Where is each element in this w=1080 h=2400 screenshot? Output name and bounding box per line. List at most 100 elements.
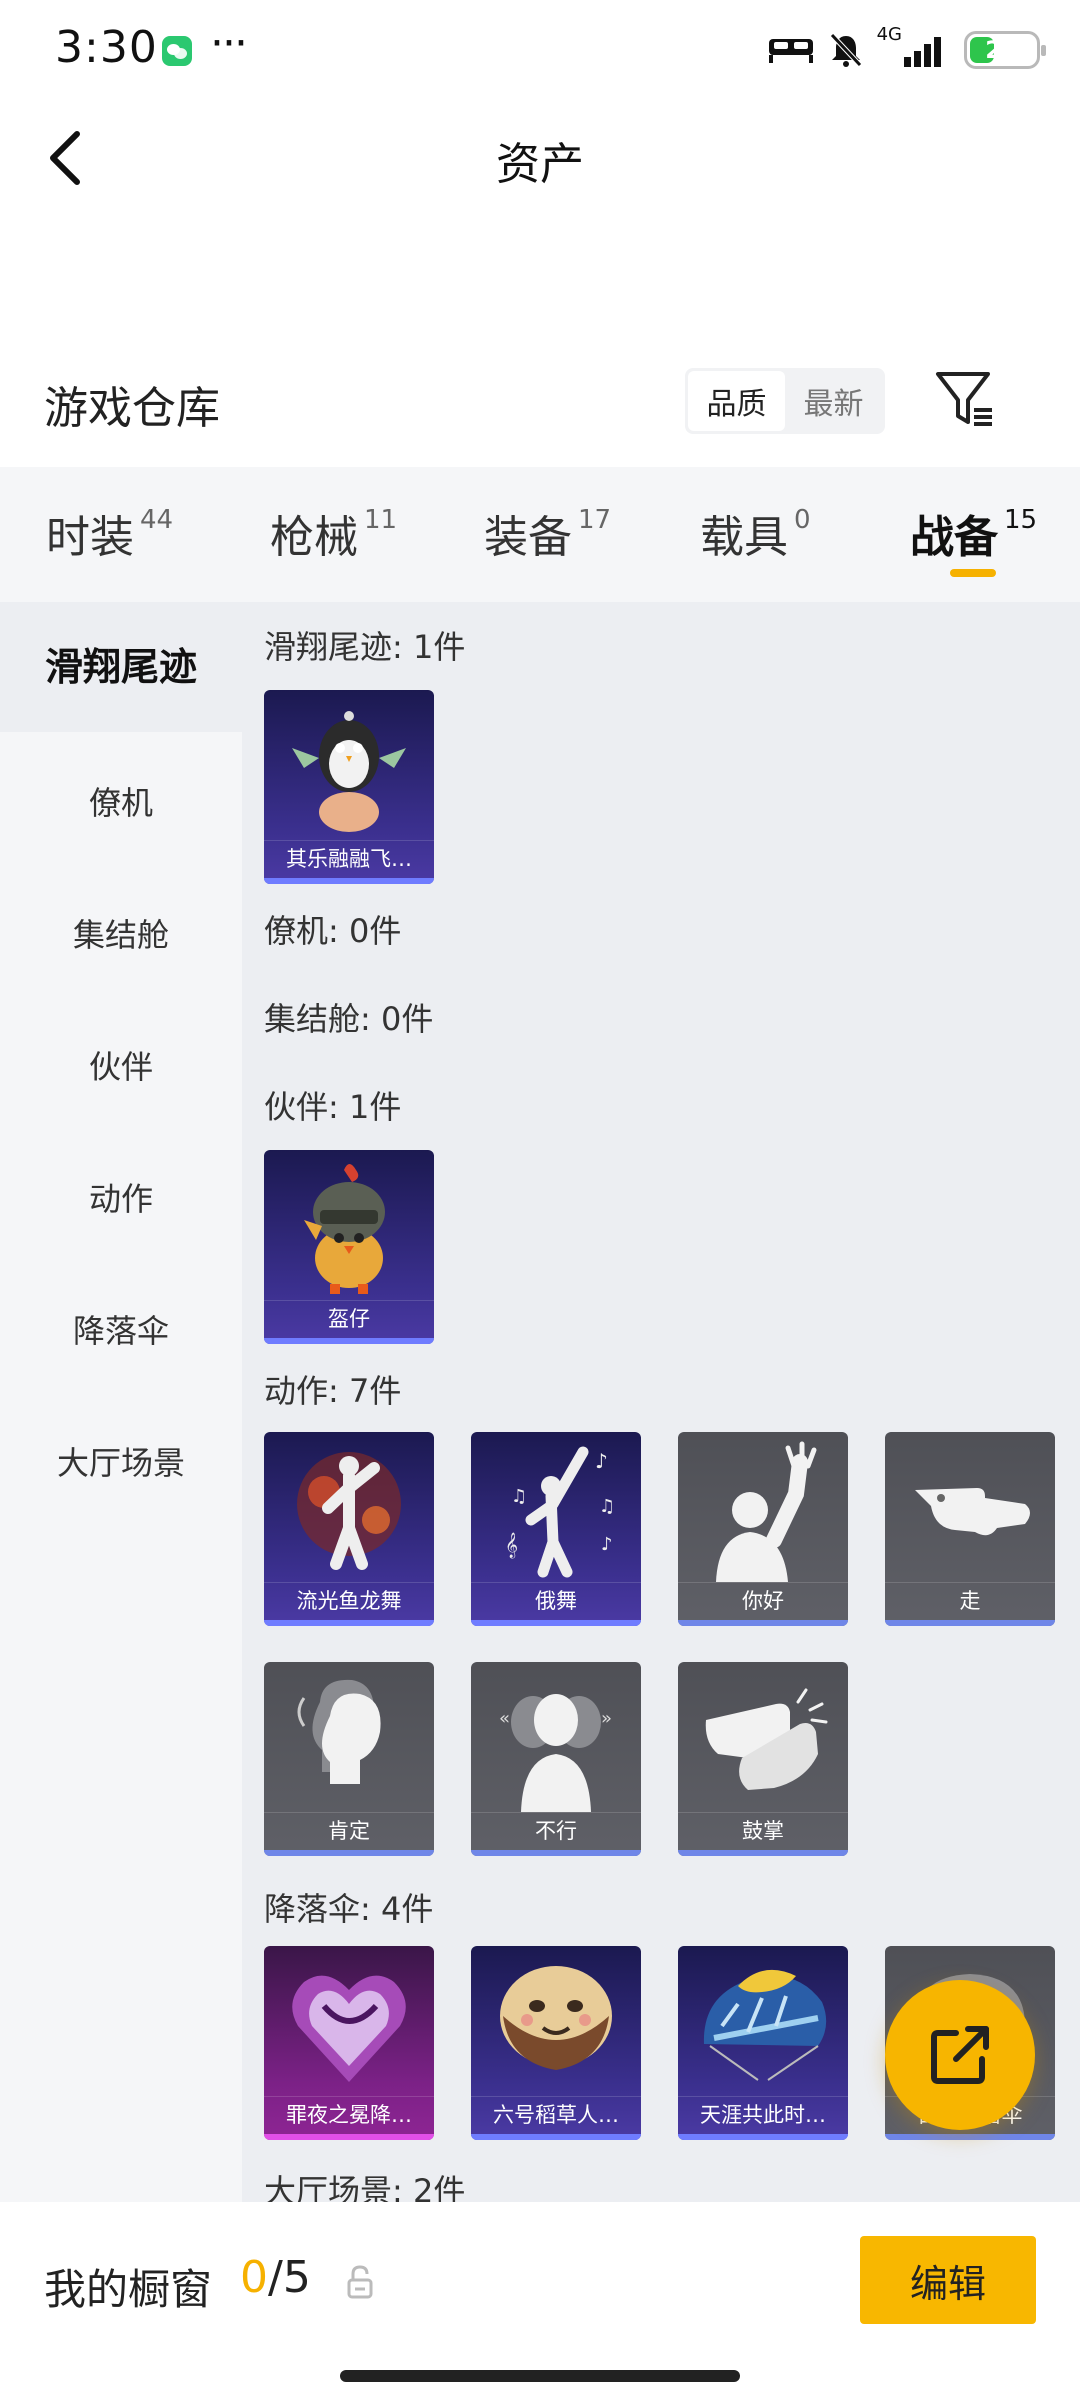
rarity-bar — [471, 2134, 641, 2140]
tab-combat-gear[interactable]: 战备 15 — [910, 467, 1037, 602]
sidebar-item-glide-trail[interactable]: 滑翔尾迹 — [0, 602, 242, 732]
rarity-bar — [678, 1850, 848, 1856]
rarity-bar — [885, 2134, 1055, 2140]
sidebar-item-rally-pod[interactable]: 集结舱 — [0, 910, 242, 956]
item-card[interactable]: 六号稻草人… — [471, 1946, 641, 2140]
item-name: 六号稻草人… — [471, 2096, 641, 2132]
item-grid-panel: 滑翔尾迹: 1件 其乐融融飞… 僚机: 0件 集结舱: 0件 伙伴: 1件 盔仔… — [242, 602, 1080, 2210]
tab-fashion[interactable]: 时装 44 — [46, 467, 173, 602]
item-name: 罪夜之冕降… — [264, 2096, 434, 2132]
bell-muted-icon — [829, 33, 862, 67]
sort-by-quality-option[interactable]: 品质 — [688, 371, 785, 431]
item-card[interactable]: 你好 — [678, 1432, 848, 1626]
item-card[interactable]: 其乐融融飞… — [264, 690, 434, 884]
svg-text:♫: ♫ — [599, 1496, 615, 1517]
signal-icon — [904, 37, 941, 67]
tab-label: 枪械 — [270, 512, 358, 563]
item-card[interactable]: « » 不行 — [471, 1662, 641, 1856]
rarity-bar — [471, 1850, 641, 1856]
item-card[interactable]: 肯定 — [264, 1662, 434, 1856]
showcase-count: 0/5 — [240, 2252, 311, 2303]
showcase-bar: 我的橱窗 0/5 编辑 — [0, 2202, 1080, 2400]
section-label-emote: 动作: 7件 — [264, 1372, 402, 1410]
heart-parachute-icon — [292, 1975, 406, 2082]
bed-icon — [768, 39, 813, 63]
share-button[interactable] — [885, 1980, 1035, 2130]
svg-text:»: » — [601, 1708, 612, 1729]
item-card[interactable]: 盔仔 — [264, 1150, 434, 1344]
section-label-glide-trail: 滑翔尾迹: 1件 — [264, 628, 466, 666]
active-tab-indicator — [950, 569, 996, 577]
rarity-bar — [264, 878, 434, 884]
chevron-left-icon — [50, 131, 80, 185]
item-name: 流光鱼龙舞 — [264, 1582, 434, 1618]
rarity-bar — [264, 2134, 434, 2140]
filter-icon — [936, 372, 992, 426]
section-label-parachute: 降落伞: 4件 — [264, 1890, 434, 1928]
status-time: 3:30 — [55, 22, 158, 73]
home-indicator — [340, 2370, 740, 2382]
rarity-bar — [678, 2134, 848, 2140]
sort-by-latest-option[interactable]: 最新 — [785, 371, 882, 431]
item-card[interactable]: 鼓掌 — [678, 1662, 848, 1856]
item-name: 俄舞 — [471, 1582, 641, 1618]
item-card[interactable]: 天涯共此时… — [678, 1946, 848, 2140]
item-name: 鼓掌 — [678, 1812, 848, 1848]
showcase-label: 我的橱窗 — [44, 2265, 213, 2314]
edit-button[interactable]: 编辑 — [860, 2236, 1036, 2324]
sidebar-item-emote[interactable]: 动作 — [0, 1174, 242, 1220]
shake-head-icon: « » — [499, 1694, 612, 1812]
rarity-bar — [264, 1620, 434, 1626]
item-card[interactable]: 罪夜之冕降… — [264, 1946, 434, 2140]
warehouse-title: 游戏仓库 — [44, 383, 220, 434]
svg-text:«: « — [499, 1708, 510, 1729]
section-label-companion: 伙伴: 1件 — [264, 1088, 402, 1126]
section-label-rally-pod: 集结舱: 0件 — [264, 1000, 434, 1038]
scarecrow-parachute-icon — [500, 1966, 612, 2070]
item-card[interactable]: 流光鱼龙舞 — [264, 1432, 434, 1626]
tab-equipment[interactable]: 装备 17 — [484, 467, 611, 602]
sidebar-item-wingman[interactable]: 僚机 — [0, 778, 242, 824]
item-name: 走 — [885, 1582, 1055, 1618]
svg-text:♪: ♪ — [595, 1449, 608, 1473]
tab-firearms[interactable]: 枪械 11 — [270, 467, 397, 602]
wechat-notification-icon — [162, 36, 192, 66]
tab-label: 时装 — [46, 512, 134, 563]
sidebar-item-lobby-scene[interactable]: 大厅场景 — [0, 1438, 242, 1484]
item-name: 肯定 — [264, 1812, 434, 1848]
ballet-dance-icon: ♪ ♫ ♫ 𝄞 ♪ — [505, 1446, 615, 1578]
battery-icon: 21 — [964, 31, 1046, 69]
rarity-bar — [885, 1620, 1055, 1626]
battery-level: 21 — [985, 36, 1019, 64]
tab-vehicles[interactable]: 载具 0 — [700, 467, 811, 602]
rarity-bar — [264, 1338, 434, 1344]
nod-head-icon — [297, 1679, 381, 1784]
rarity-bar — [471, 1620, 641, 1626]
pointing-hand-icon — [915, 1488, 1030, 1536]
status-indicators: 4G 21 — [767, 24, 1046, 72]
helmet-chick-icon — [304, 1164, 385, 1294]
showcase-total-count: /5 — [268, 2252, 311, 2303]
page-title: 资产 — [496, 139, 584, 190]
svg-text:♫: ♫ — [511, 1486, 527, 1507]
network-type: 4G — [876, 24, 902, 45]
showcase-current-count: 0 — [240, 2252, 268, 2303]
tab-count: 17 — [578, 505, 612, 535]
item-name: 其乐融融飞… — [264, 840, 434, 876]
rarity-bar — [264, 1850, 434, 1856]
section-label-wingman: 僚机: 0件 — [264, 912, 402, 950]
item-card[interactable]: ♪ ♫ ♫ 𝄞 ♪ 俄舞 — [471, 1432, 641, 1626]
more-notifications-icon: ··· — [210, 18, 248, 69]
tab-count: 44 — [140, 505, 174, 535]
item-name: 盔仔 — [264, 1300, 434, 1336]
back-button[interactable] — [30, 118, 100, 198]
sidebar-item-companion[interactable]: 伙伴 — [0, 1042, 242, 1088]
item-card[interactable]: 走 — [885, 1432, 1055, 1626]
item-name: 天涯共此时… — [678, 2096, 848, 2132]
filter-button[interactable] — [930, 364, 1000, 434]
tab-label: 战备 — [910, 512, 998, 563]
item-name: 你好 — [678, 1582, 848, 1618]
lock-icon — [347, 2265, 373, 2299]
sidebar-item-parachute[interactable]: 降落伞 — [0, 1306, 242, 1352]
svg-text:𝄞: 𝄞 — [505, 1532, 518, 1558]
